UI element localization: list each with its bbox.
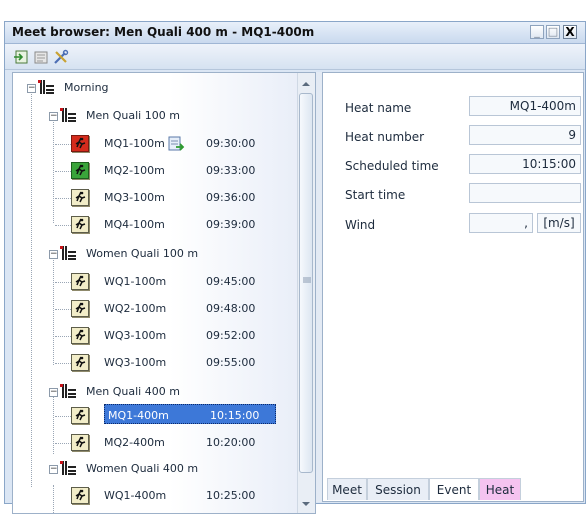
heat-label: WQ3-100m [104,329,167,342]
tree-event[interactable]: − Men Quali 100 m [13,105,293,127]
event-label: Women Quali 100 m [86,247,199,260]
heat-name-label: Heat name [345,101,412,115]
heat-label: MQ2-400m [104,436,165,449]
tab-meet[interactable]: Meet [327,478,367,500]
toolbar [5,44,585,70]
runner-icon [71,487,89,504]
tree-event[interactable]: − Women Quali 400 m [13,458,293,480]
heat-time: 09:30:00 [206,137,256,150]
tree-heat[interactable]: MQ2-100m 09:33:00 [13,160,293,182]
heat-time: 10:15:00 [210,409,260,422]
start-time-label: Start time [345,188,406,202]
heat-time: 10:20:00 [206,436,256,449]
tree-scrollbar[interactable] [297,73,315,513]
heat-time: 09:39:00 [206,218,256,231]
heat-time: 10:25:00 [206,489,256,502]
heat-time: 09:52:00 [206,329,256,342]
wind-label: Wind [345,218,376,232]
tree-heat[interactable]: WQ1-100m 09:45:00 [13,271,293,293]
heat-time: 09:55:00 [206,356,256,369]
event-icon [59,383,77,399]
maximize-button[interactable]: □ [546,25,560,39]
runner-icon [71,434,89,451]
scroll-thumb[interactable] [299,93,313,473]
detail-tabs: Meet Session Event Heat [323,478,583,501]
heat-label: WQ1-100m [104,275,167,288]
collapse-toggle[interactable]: − [49,112,58,121]
heat-label: MQ1-100m [104,137,165,150]
heat-label: MQ1-400m [108,409,169,422]
runner-icon [71,273,89,290]
start-time-field[interactable] [469,183,581,203]
edit-icon[interactable] [33,49,49,65]
runner-icon [71,135,89,152]
heat-time: 09:48:00 [206,302,256,315]
heat-label: MQ4-100m [104,218,165,231]
event-label: Men Quali 100 m [86,109,180,122]
runner-icon [71,407,89,424]
runner-icon [71,354,89,371]
tree-session-morning[interactable]: − Morning [13,77,293,99]
runner-icon [71,189,89,206]
heat-name-field[interactable]: MQ1-400m [469,96,581,116]
wind-unit: [m/s] [537,213,581,233]
runner-icon [71,327,89,344]
heat-number-label: Heat number [345,130,425,144]
tools-icon[interactable] [53,49,69,65]
tree-heat[interactable]: WQ3-100m 09:52:00 [13,325,293,347]
tree-heat-selected[interactable]: MQ1-400m 10:15:00 [13,405,293,427]
heat-label: WQ3-100m [104,356,167,369]
title-bar[interactable]: Meet browser: Men Quali 400 m - MQ1-400m… [5,22,585,44]
tree-heat[interactable]: MQ4-100m 09:39:00 [13,214,293,236]
scroll-down-icon[interactable] [301,498,311,511]
runner-icon [71,300,89,317]
runner-icon [71,162,89,179]
event-label: Women Quali 400 m [86,462,199,475]
import-icon[interactable] [13,49,29,65]
tree-heat[interactable]: WQ1-400m 10:25:00 [13,485,293,507]
tab-session[interactable]: Session [367,478,429,500]
heat-details-pane: Heat name MQ1-400m Heat number 9 Schedul… [322,72,584,502]
tree-event[interactable]: − Women Quali 100 m [13,243,293,265]
heat-export-icon[interactable] [168,136,185,152]
session-icon [37,79,55,95]
scheduled-time-field[interactable]: 10:15:00 [469,154,581,174]
heat-label: MQ3-100m [104,191,165,204]
session-label: Morning [64,81,109,94]
scheduled-time-label: Scheduled time [345,159,439,173]
runner-icon [71,216,89,233]
heat-number-field[interactable]: 9 [469,125,581,145]
scroll-up-icon[interactable] [301,78,311,91]
tree-event[interactable]: − Men Quali 400 m [13,381,293,403]
event-icon [59,460,77,476]
heat-label: WQ1-400m [104,489,167,502]
tab-heat[interactable]: Heat [479,478,521,500]
wind-field[interactable]: , [469,213,533,233]
tree-heat[interactable]: WQ3-100m 09:55:00 [13,352,293,374]
collapse-toggle[interactable]: − [49,250,58,259]
event-icon [59,107,77,123]
meet-tree: − Morning − Men Quali 100 m MQ1-100m 09:… [13,73,298,513]
minimize-button[interactable]: _ [530,25,544,39]
heat-label: WQ2-100m [104,302,167,315]
tree-heat[interactable]: WQ2-100m 09:48:00 [13,298,293,320]
close-button[interactable]: X [563,25,577,39]
tree-heat[interactable]: MQ1-100m 09:30:00 [13,133,293,155]
tab-event[interactable]: Event [429,478,479,500]
tree-heat[interactable]: MQ3-100m 09:36:00 [13,187,293,209]
heat-label: MQ2-100m [104,164,165,177]
tree-heat[interactable]: MQ2-400m 10:20:00 [13,432,293,454]
collapse-toggle[interactable]: − [49,388,58,397]
event-icon [59,245,77,261]
event-label: Men Quali 400 m [86,385,180,398]
collapse-toggle[interactable]: − [49,465,58,474]
heat-time: 09:36:00 [206,191,256,204]
tree-pane: − Morning − Men Quali 100 m MQ1-100m 09:… [12,72,316,514]
window-title: Meet browser: Men Quali 400 m - MQ1-400m [12,25,315,39]
heat-time: 09:45:00 [206,275,256,288]
collapse-toggle[interactable]: − [27,84,36,93]
heat-time: 09:33:00 [206,164,256,177]
